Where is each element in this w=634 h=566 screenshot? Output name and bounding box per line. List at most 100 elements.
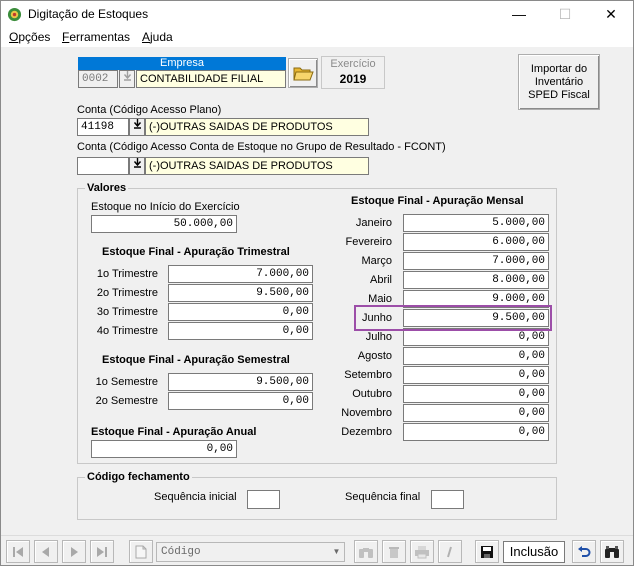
document-icon [135, 545, 147, 558]
app-icon [7, 7, 22, 22]
conta-fcont-code-field[interactable] [77, 157, 129, 175]
seq-final-field[interactable] [431, 490, 464, 509]
download-arrow-icon [133, 158, 141, 168]
lookup-button[interactable] [354, 540, 378, 563]
menu-bar: Opções Ferramentas Ajuda [1, 29, 633, 47]
seq-final-label: Sequência final [345, 491, 421, 503]
mes-outubro-field[interactable]: 0,00 [403, 385, 549, 403]
trimestre-1-label: 1o Trimestre [96, 268, 158, 280]
mes-janeiro-label: Janeiro [355, 217, 392, 229]
delete-button[interactable] [382, 540, 406, 563]
estoque-inicio-field[interactable]: 50.000,00 [91, 215, 237, 233]
mes-agosto-field[interactable]: 0,00 [403, 347, 549, 365]
printer-icon [415, 545, 429, 558]
empresa-name-field: CONTABILIDADE FILIAL [136, 70, 286, 88]
semestre-2-label: 2o Semestre [95, 395, 158, 407]
trimestre-3-field[interactable]: 0,00 [168, 303, 313, 321]
mes-agosto-label: Agosto [357, 350, 392, 362]
junho-highlight [354, 305, 552, 331]
maximize-button[interactable]: ☐ [542, 1, 588, 29]
fechamento-group [77, 477, 557, 520]
importar-sped-button[interactable]: Importar do Inventário SPED Fiscal [518, 54, 600, 110]
trimestre-2-field[interactable]: 9.500,00 [168, 284, 313, 302]
empresa-code-field[interactable]: 0002 [78, 70, 118, 88]
mes-maio-label: Maio [368, 293, 392, 305]
mes-novembro-field[interactable]: 0,00 [403, 404, 549, 422]
conta-fcont-label: Conta (Código Acesso Conta de Estoque no… [77, 141, 446, 153]
trimestral-title: Estoque Final - Apuração Trimestral [102, 246, 290, 258]
conta-lookup-button[interactable] [129, 118, 145, 136]
minimize-button[interactable]: — [496, 1, 542, 29]
last-record-icon [97, 546, 107, 557]
trimestre-2-label: 2o Trimestre [96, 287, 158, 299]
menu-ferramentas[interactable]: Ferramentas [62, 30, 130, 44]
mes-dezembro-field[interactable]: 0,00 [403, 423, 549, 441]
mes-marco-field[interactable]: 7.000,00 [403, 252, 549, 270]
conta-label: Conta (Código Acesso Plano) [77, 104, 222, 116]
binoculars-icon [605, 545, 619, 558]
menu-opcoes[interactable]: Opções [9, 30, 50, 44]
menu-ajuda[interactable]: Ajuda [142, 30, 173, 44]
trimestre-4-field[interactable]: 0,00 [168, 322, 313, 340]
print-button[interactable] [410, 540, 434, 563]
mode-status: Inclusão [503, 541, 565, 563]
main-window: Digitação de Estoques — ☐ ✕ Opções Ferra… [0, 0, 634, 566]
trimestre-1-field[interactable]: 7.000,00 [168, 265, 313, 283]
mes-marco-label: Março [361, 255, 392, 267]
trash-icon [389, 546, 399, 558]
mes-janeiro-field[interactable]: 5.000,00 [403, 214, 549, 232]
undo-button[interactable] [572, 540, 596, 563]
first-record-icon [13, 546, 23, 557]
first-record-button[interactable] [6, 540, 30, 563]
previous-record-icon [42, 546, 49, 557]
next-record-button[interactable] [62, 540, 86, 563]
previous-record-button[interactable] [34, 540, 58, 563]
estoque-inicio-label: Estoque no Início do Exercício [91, 201, 240, 213]
undo-icon [578, 545, 591, 557]
title-bar: Digitação de Estoques — ☐ ✕ [1, 1, 633, 29]
exercicio-box: Exercício 2019 [321, 56, 385, 89]
search-combo[interactable]: Código [156, 542, 345, 562]
mes-dezembro-label: Dezembro [341, 426, 392, 438]
mes-fevereiro-label: Fevereiro [345, 236, 392, 248]
close-button[interactable]: ✕ [588, 1, 634, 29]
semestre-1-field[interactable]: 9.500,00 [168, 373, 313, 391]
mes-fevereiro-field[interactable]: 6.000,00 [403, 233, 549, 251]
mes-setembro-label: Setembro [344, 369, 392, 381]
mes-abril-label: Abril [369, 274, 392, 286]
empresa-header: Empresa [78, 57, 286, 70]
last-record-button[interactable] [90, 540, 114, 563]
next-record-icon [71, 546, 78, 557]
mes-julho-label: Julho [365, 331, 392, 343]
anual-field[interactable]: 0,00 [91, 440, 237, 458]
mes-abril-field[interactable]: 8.000,00 [403, 271, 549, 289]
trimestre-3-label: 3o Trimestre [96, 306, 158, 318]
italic-icon [447, 546, 452, 557]
download-arrow-icon [133, 119, 141, 129]
semestral-title: Estoque Final - Apuração Semestral [102, 354, 290, 366]
seq-inicial-field[interactable] [247, 490, 280, 509]
bottom-toolbar: Código ▼ Inclusão [1, 535, 633, 565]
mes-novembro-label: Novembro [341, 407, 392, 419]
floppy-disk-icon [481, 545, 493, 558]
conta-fcont-name-field: (-)OUTRAS SAIDAS DE PRODUTOS [145, 157, 369, 175]
italic-button[interactable] [438, 540, 462, 563]
conta-fcont-lookup-button[interactable] [129, 157, 145, 175]
open-folder-icon [293, 67, 314, 81]
download-arrow-icon [123, 71, 131, 81]
exercicio-label: Exercício [330, 58, 376, 70]
new-document-button[interactable] [129, 540, 153, 563]
search-button[interactable] [600, 540, 624, 563]
chevron-down-icon[interactable]: ▼ [329, 543, 344, 561]
semestre-2-field[interactable]: 0,00 [168, 392, 313, 410]
empresa-lookup-button[interactable] [119, 70, 135, 88]
window-title: Digitação de Estoques [28, 7, 149, 21]
seq-inicial-label: Sequência inicial [154, 491, 237, 503]
conta-code-field[interactable]: 41198 [77, 118, 129, 136]
open-folder-button[interactable] [288, 58, 318, 88]
mes-outubro-label: Outubro [352, 388, 392, 400]
save-button[interactable] [475, 540, 499, 563]
trimestre-4-label: 4o Trimestre [96, 325, 158, 337]
mes-setembro-field[interactable]: 0,00 [403, 366, 549, 384]
semestre-1-label: 1o Semestre [95, 376, 158, 388]
